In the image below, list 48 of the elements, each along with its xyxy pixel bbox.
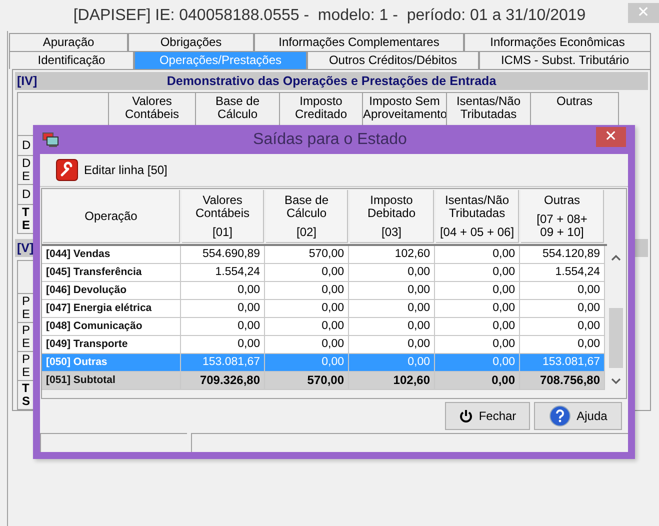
help-button[interactable]: Ajuda: [534, 402, 622, 430]
tab[interactable]: Apuração: [9, 33, 128, 51]
row-label: E: [22, 308, 30, 321]
row-label: P: [22, 295, 30, 308]
row-label: D: [22, 157, 31, 170]
tab[interactable]: Informações Complementares: [254, 33, 464, 51]
wrench-icon: [56, 159, 78, 181]
section-title: Demonstrativo das Operações e Prestações de Entrada: [166, 72, 498, 90]
row-label: E: [22, 170, 30, 183]
help-icon: [548, 405, 571, 427]
tab[interactable]: Identificação: [9, 51, 134, 69]
tab[interactable]: Informações Econômicas: [464, 33, 651, 51]
close-button[interactable]: Fechar: [445, 402, 530, 430]
table-row[interactable]: [045] Transferência 1.554,24 0,00 0,00 0,00 1.554,24: [42, 264, 607, 282]
row-label: P: [22, 353, 30, 366]
column-header: Imposto Debitado [03]: [350, 190, 434, 243]
window-title: [DAPISEF] IE: 040058188.0555 - modelo: 1 - período: 01 a 31/10/2019: [73, 6, 586, 26]
table-row[interactable]: [048] Comunicação 0,00 0,00 0,00 0,00 0,00: [42, 318, 607, 336]
row-label: P: [22, 324, 30, 337]
table-row[interactable]: [049] Transporte 0,00 0,00 0,00 0,00 0,00: [42, 336, 607, 354]
column-header: Base de Cálculo [02]: [266, 190, 348, 243]
row-label: E: [22, 366, 30, 379]
tab[interactable]: Obrigações: [128, 33, 254, 51]
row-label: T: [22, 382, 30, 395]
row-label: D: [22, 139, 31, 152]
row-label: D: [22, 188, 31, 201]
column-header: Valores Contábeis [01]: [182, 190, 264, 243]
scrollbar-thumb[interactable]: [609, 308, 623, 368]
computer-icon: [42, 132, 60, 148]
scroll-up-icon[interactable]: [611, 254, 621, 261]
column-header: Operação: [43, 190, 180, 243]
table-row[interactable]: [047] Energia elétrica 0,00 0,00 0,00 0,00 0,00: [42, 300, 607, 318]
edit-line-button[interactable]: Editar linha [50]: [56, 159, 168, 181]
scroll-down-icon[interactable]: [611, 378, 621, 385]
column-header: Isentas/Não Tributadas [04 + 05 + 06]: [436, 190, 519, 243]
row-label: S: [22, 395, 30, 408]
tab[interactable]: Outros Créditos/Débitos: [307, 51, 479, 69]
subtotal-row: [051] Subtotal 709.326,80 570,00 102,60 0,00 708.756,80: [42, 372, 607, 390]
tab[interactable]: ICMS - Subst. Tributário: [479, 51, 651, 69]
power-icon: [458, 409, 473, 423]
row-label: T: [22, 206, 30, 219]
table-row[interactable]: [046] Devolução 0,00 0,00 0,00 0,00 0,00: [42, 282, 607, 300]
section-code: [IV]: [16, 72, 38, 90]
close-button[interactable]: ✕: [596, 127, 626, 147]
row-label: E: [22, 219, 30, 232]
row-label: E: [22, 337, 30, 350]
table-row[interactable]: [044] Vendas 554.690,89 570,00 102,60 0,00 554.120,89: [42, 246, 607, 264]
column-header: Outras [07 + 08+ 09 + 10]: [521, 190, 604, 243]
